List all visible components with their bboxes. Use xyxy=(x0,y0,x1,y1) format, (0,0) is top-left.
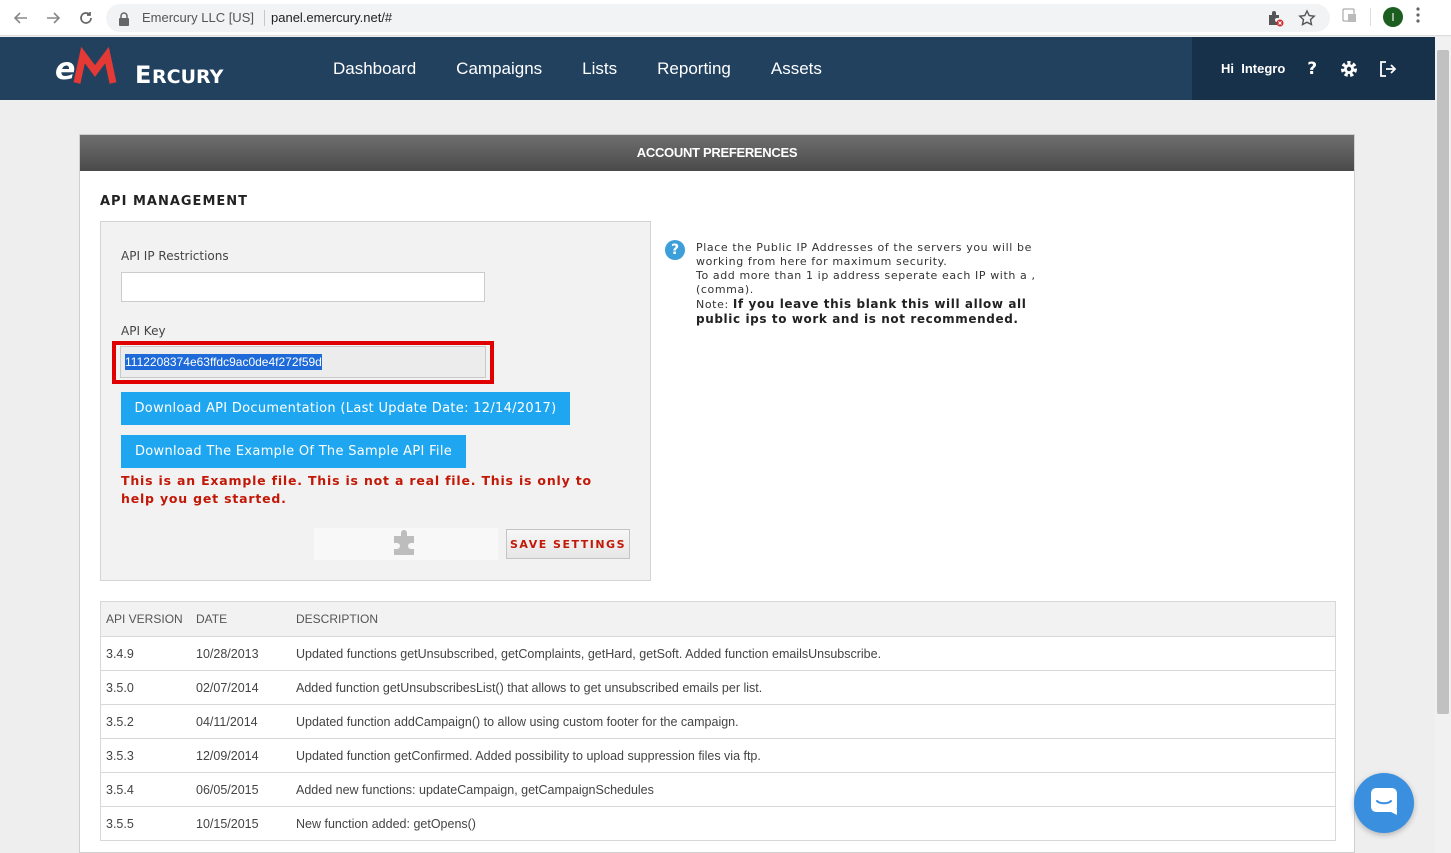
url-text: panel.emercury.net/# xyxy=(271,10,393,25)
col-api-version: API VERSION xyxy=(100,601,191,637)
help-link[interactable]: ? xyxy=(1307,59,1317,79)
cell-date: 12/09/2014 xyxy=(191,738,291,773)
cell-description: Added function getUnsubscribesList() tha… xyxy=(291,670,1336,705)
download-example-button[interactable]: Download The Example Of The Sample API F… xyxy=(121,435,466,468)
help-note-text: If you leave this blank this will allow … xyxy=(696,297,1027,326)
gear-icon[interactable] xyxy=(1339,59,1359,79)
cell-version: 3.5.3 xyxy=(100,738,191,773)
profile-avatar[interactable]: I xyxy=(1383,7,1403,27)
lock-icon xyxy=(118,11,130,30)
account-preferences-panel: ACCOUNT PREFERENCES API MANAGEMENT API I… xyxy=(79,134,1355,853)
chat-launcher-button[interactable] xyxy=(1354,773,1414,833)
ip-help-text: Place the Public IP Addresses of the ser… xyxy=(696,241,1056,327)
col-description: DESCRIPTION xyxy=(291,601,1336,637)
nav-reporting[interactable]: Reporting xyxy=(637,59,751,79)
cell-version: 3.5.0 xyxy=(100,670,191,705)
cell-description: Updated functions getUnsubscribed, getCo… xyxy=(291,636,1336,671)
cell-date: 04/11/2014 xyxy=(191,704,291,739)
cell-description: New function added: getOpens() xyxy=(291,806,1336,841)
api-key-label: API Key xyxy=(121,324,166,338)
star-icon[interactable] xyxy=(1298,9,1316,31)
table-row: 3.5.4 06/05/2015 Added new functions: up… xyxy=(100,772,1336,807)
nav-assets[interactable]: Assets xyxy=(751,59,842,79)
emercury-logo[interactable]: e E RCURY xyxy=(55,46,245,91)
url-separator xyxy=(264,10,265,26)
api-key-input[interactable]: 1112208374e63ffdc9ac0de4f272f59d xyxy=(120,346,486,378)
extension-icon[interactable] xyxy=(1340,6,1358,28)
table-header-row: API VERSION DATE DESCRIPTION xyxy=(100,601,1336,637)
api-version-table: API VERSION DATE DESCRIPTION 3.4.9 10/28… xyxy=(100,601,1336,841)
user-area: Hi Integro ? xyxy=(1192,37,1435,100)
back-icon[interactable] xyxy=(11,8,31,28)
help-line-1: Place the Public IP Addresses of the ser… xyxy=(696,241,1032,268)
api-key-value: 1112208374e63ffdc9ac0de4f272f59d xyxy=(125,354,322,370)
help-note-label: Note: xyxy=(696,298,729,311)
table-row: 3.5.5 10/15/2015 New function added: get… xyxy=(100,806,1336,841)
extension-blocked-icon[interactable] xyxy=(1266,9,1284,31)
save-settings-button[interactable]: SAVE SETTINGS xyxy=(506,529,630,559)
ip-restrictions-input[interactable] xyxy=(121,272,485,302)
section-title: API MANAGEMENT xyxy=(100,194,249,209)
help-question-icon: ? xyxy=(665,240,685,260)
col-date: DATE xyxy=(191,601,291,637)
table-row: 3.5.3 12/09/2014 Updated function getCon… xyxy=(100,738,1336,773)
table-row: 3.4.9 10/28/2013 Updated functions getUn… xyxy=(100,636,1336,671)
cell-description: Added new functions: updateCampaign, get… xyxy=(291,772,1336,807)
forward-icon[interactable] xyxy=(43,8,63,28)
example-warning: This is an Example file. This is not a r… xyxy=(121,473,592,506)
chat-icon xyxy=(1369,786,1399,820)
help-note: Note: If you leave this blank this will … xyxy=(696,297,1056,327)
svg-text:E: E xyxy=(135,61,151,89)
cell-description: Updated function addCampaign() to allow … xyxy=(291,704,1336,739)
cell-version: 3.4.9 xyxy=(100,636,191,671)
svg-text:RCURY: RCURY xyxy=(152,66,224,88)
cell-date: 10/15/2015 xyxy=(191,806,291,841)
table-row: 3.5.2 04/11/2014 Updated function addCam… xyxy=(100,704,1336,739)
table-row: 3.5.0 02/07/2014 Added function getUnsub… xyxy=(100,670,1336,705)
nav-lists[interactable]: Lists xyxy=(562,59,637,79)
download-documentation-button[interactable]: Download API Documentation (Last Update … xyxy=(121,392,570,425)
svg-text:e: e xyxy=(55,52,75,87)
reload-icon[interactable] xyxy=(76,8,96,28)
app-header: e E RCURY Dashboard Campaigns Lists Repo… xyxy=(0,37,1435,100)
cell-description: Updated function getConfirmed. Added pos… xyxy=(291,738,1336,773)
nav-campaigns[interactable]: Campaigns xyxy=(436,59,562,79)
ip-restrictions-label: API IP Restrictions xyxy=(121,249,229,263)
browser-toolbar: Emercury LLC [US] panel.emercury.net/# I xyxy=(0,0,1451,36)
user-greeting[interactable]: Hi Integro xyxy=(1221,61,1285,76)
main-nav: Dashboard Campaigns Lists Reporting Asse… xyxy=(313,37,842,100)
logout-icon[interactable] xyxy=(1379,60,1397,78)
menu-kebab-icon[interactable] xyxy=(1415,6,1421,28)
site-identity: Emercury LLC [US] xyxy=(142,10,254,25)
cell-version: 3.5.5 xyxy=(100,806,191,841)
cell-date: 06/05/2015 xyxy=(191,772,291,807)
captcha-widget[interactable] xyxy=(314,528,498,560)
cell-date: 10/28/2013 xyxy=(191,636,291,671)
help-line-2: To add more than 1 ip address seperate e… xyxy=(696,269,1036,296)
scrollbar-thumb[interactable] xyxy=(1437,50,1449,714)
puzzle-icon xyxy=(391,528,421,560)
api-form: API IP Restrictions API Key 1112208374e6… xyxy=(100,221,651,581)
cell-version: 3.5.2 xyxy=(100,704,191,739)
nav-dashboard[interactable]: Dashboard xyxy=(313,59,436,79)
cell-version: 3.5.4 xyxy=(100,772,191,807)
toolbar-divider xyxy=(1370,8,1371,26)
cell-date: 02/07/2014 xyxy=(191,670,291,705)
address-bar[interactable]: Emercury LLC [US] panel.emercury.net/# xyxy=(106,4,1330,32)
panel-title: ACCOUNT PREFERENCES xyxy=(80,135,1354,171)
